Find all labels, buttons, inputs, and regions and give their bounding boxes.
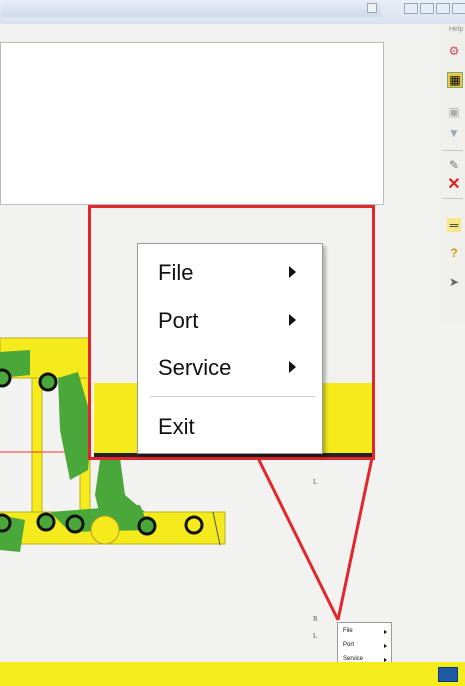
menu-item-exit[interactable]: Exit	[158, 414, 195, 440]
menu-separator	[150, 396, 316, 397]
callout-line-right	[336, 457, 374, 621]
joint-ring	[65, 514, 85, 534]
chevron-right-icon	[384, 630, 387, 634]
context-menu-zoomed: File Port Service Exit	[137, 243, 323, 454]
tray-icon[interactable]	[438, 667, 458, 682]
menu-item-file[interactable]: File	[343, 628, 353, 634]
menu-item-port[interactable]: Port	[343, 642, 354, 648]
joint-ring	[0, 368, 12, 388]
callout-line-left	[256, 457, 340, 621]
joint-ring	[36, 512, 56, 532]
canvas-label-l: L	[313, 478, 318, 486]
chevron-right-icon	[289, 314, 296, 326]
menu-item-file[interactable]: File	[158, 260, 193, 286]
joint-ring	[0, 513, 12, 533]
yellow-disc	[90, 515, 120, 545]
canvas-label-r: R	[313, 615, 318, 623]
menu-item-port[interactable]: Port	[158, 308, 198, 334]
yellow-post-left	[31, 377, 43, 513]
canvas-label-l: L	[313, 632, 318, 640]
menu-item-service[interactable]: Service	[158, 355, 231, 381]
joint-ring	[184, 515, 204, 535]
bottom-status-bar	[0, 662, 430, 686]
chevron-right-icon	[289, 361, 296, 373]
green-center	[95, 458, 145, 515]
chevron-right-icon	[384, 644, 387, 648]
joint-ring	[137, 516, 157, 536]
joint-ring	[38, 372, 58, 392]
chevron-right-icon	[289, 266, 296, 278]
